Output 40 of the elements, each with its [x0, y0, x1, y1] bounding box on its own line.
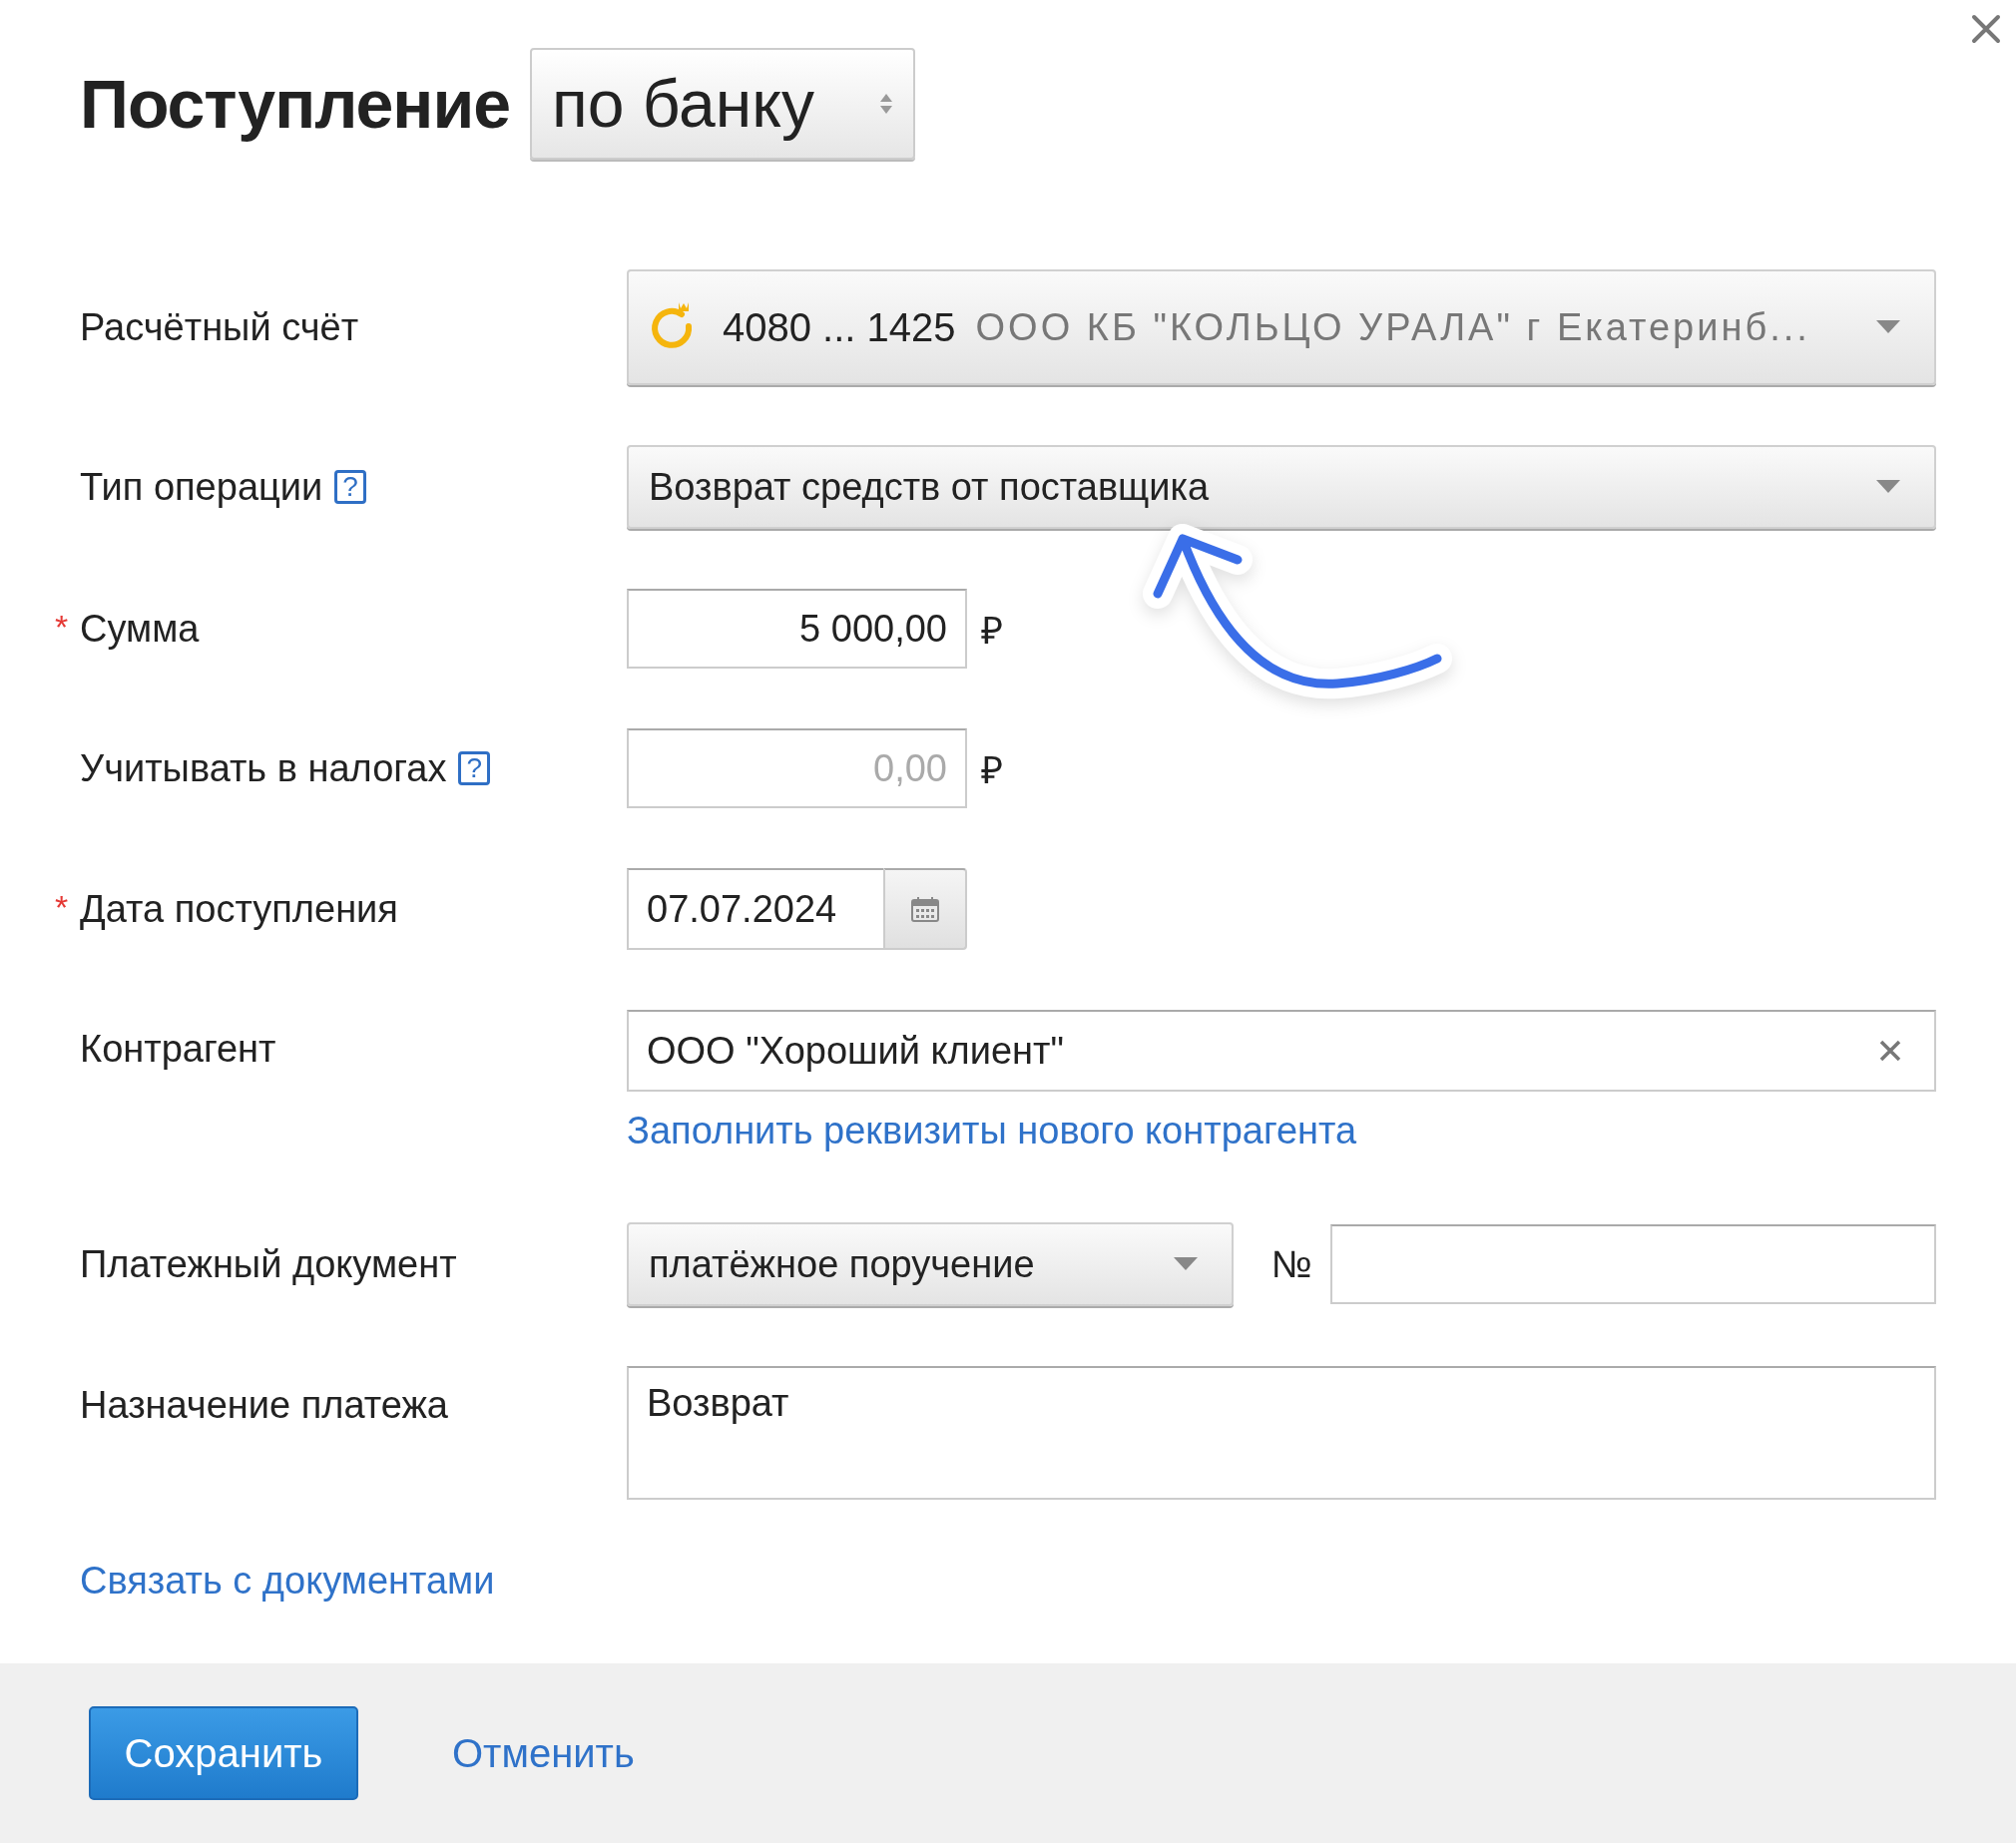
date-field[interactable]: 07.07.2024	[627, 868, 883, 950]
required-mark: *	[55, 887, 69, 926]
field-label: Платежный документ	[80, 1242, 457, 1286]
amount-field[interactable]: 0,00	[627, 728, 967, 808]
field-label: Сумма	[80, 607, 200, 651]
required-mark: *	[55, 607, 69, 646]
help-button[interactable]: ?	[334, 470, 366, 504]
account-number: 4080 ... 1425	[723, 304, 956, 350]
clear-icon[interactable]	[1878, 1039, 1902, 1063]
calendar-icon	[911, 896, 939, 922]
sort-arrows-icon	[879, 92, 894, 116]
link-documents-link[interactable]: Связать с документами	[80, 1560, 495, 1603]
mode-select[interactable]: по банку	[530, 48, 916, 160]
field-label: Тип операции	[80, 465, 323, 509]
operation-type-select[interactable]: Возврат средств от поставщика	[627, 445, 1936, 529]
caret-icon	[1876, 480, 1900, 494]
field-label: Учитывать в налогах	[80, 746, 447, 790]
caret-icon	[1876, 320, 1900, 334]
field-label: Расчётный счёт	[80, 305, 359, 349]
account-select[interactable]: 4080 ... 1425 ООО КБ "КОЛЬЦО УРАЛА" г Екатеринб...	[627, 269, 1936, 385]
counterparty-field[interactable]: ООО "Хороший клиент"	[627, 1010, 1936, 1092]
bank-name: ООО КБ "КОЛЬЦО УРАЛА" г Екатеринб...	[975, 305, 1811, 349]
amount-field[interactable]: 5 000,00	[627, 589, 967, 669]
caret-icon	[1174, 1257, 1198, 1271]
fill-details-link[interactable]: Заполнить реквизиты нового контрагента	[627, 1110, 1357, 1152]
document-type-select[interactable]: платёжное поручение	[627, 1222, 1234, 1306]
help-button[interactable]: ?	[458, 751, 491, 785]
field-label: Контрагент	[80, 1028, 276, 1071]
dialog-title: Поступление	[80, 65, 511, 143]
purpose-field[interactable]: Возврат	[627, 1366, 1936, 1500]
calendar-button[interactable]	[883, 868, 967, 950]
field-label: Назначение платежа	[80, 1384, 448, 1427]
number-label: №	[1271, 1242, 1312, 1286]
cancel-link[interactable]: Отменить	[452, 1730, 635, 1776]
number-field[interactable]	[1329, 1224, 1936, 1304]
field-label: Дата поступления	[80, 887, 398, 931]
close-icon[interactable]	[1971, 14, 2001, 44]
currency-sign: ₽	[981, 748, 1003, 793]
save-button[interactable]: Сохранить	[89, 1706, 358, 1800]
currency-sign: ₽	[981, 609, 1003, 654]
